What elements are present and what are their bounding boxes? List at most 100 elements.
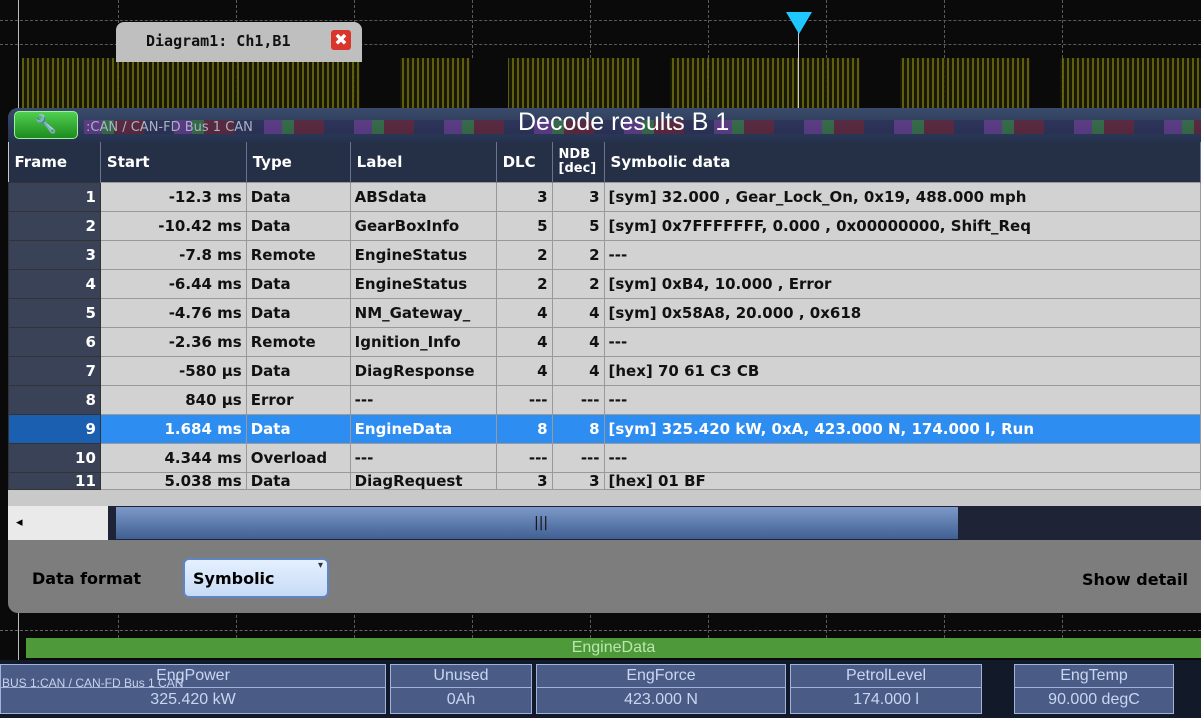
col-header-label[interactable]: Label xyxy=(350,142,497,183)
trigger-marker-icon[interactable] xyxy=(786,12,812,34)
cell-label: --- xyxy=(349,443,497,473)
cell-ndb: 8 xyxy=(551,414,605,444)
trigger-line xyxy=(798,30,799,110)
cell-start: 5.038 ms xyxy=(99,472,247,490)
table-row[interactable]: 3 -7.8 ms Remote EngineStatus 2 2 --- xyxy=(8,240,1201,270)
cell-dlc: 3 xyxy=(495,182,553,212)
cell-ndb: 3 xyxy=(551,182,605,212)
cell-ndb: 3 xyxy=(551,472,605,490)
cell-dlc: 2 xyxy=(495,269,553,299)
cell-frame: 10 xyxy=(8,443,101,473)
table-row[interactable]: 7 -580 µs Data DiagResponse 4 4 [hex] 70 61 C3… xyxy=(8,356,1201,386)
field-value: 423.000 N xyxy=(624,691,698,708)
cell-label: DiagResponse xyxy=(349,356,497,386)
diagram-tab[interactable]: Diagram1: Ch1,B1 ✖ xyxy=(116,22,362,62)
cell-start: -7.8 ms xyxy=(99,240,247,270)
show-details-label[interactable]: Show detail xyxy=(1082,570,1188,589)
col-header-ndb[interactable]: NDB [dec] xyxy=(552,142,605,183)
cell-dlc: 5 xyxy=(495,211,553,241)
cell-symbolic: [sym] 0x58A8, 20.000 , 0x618 xyxy=(603,298,1201,328)
cell-ndb: 5 xyxy=(551,211,605,241)
table-row[interactable]: 10 4.344 ms Overload --- --- --- --- xyxy=(8,443,1201,473)
cell-label: EngineStatus xyxy=(349,269,497,299)
signal-gap xyxy=(640,58,670,108)
cell-start: -12.3 ms xyxy=(99,182,247,212)
bus-caption: :CAN / CAN-FD Bus 1 CAN xyxy=(86,120,253,135)
table-row[interactable]: 8 840 µs Error --- --- --- --- xyxy=(8,385,1201,415)
field-name: Unused xyxy=(391,665,531,688)
cell-dlc: --- xyxy=(495,443,553,473)
cell-dlc: 4 xyxy=(495,327,553,357)
signal-gap xyxy=(1030,58,1060,108)
cell-type: Error xyxy=(245,385,351,415)
cell-symbolic: [sym] 32.000 , Gear_Lock_On, 0x19, 488.0… xyxy=(603,182,1201,212)
cell-type: Data xyxy=(245,472,351,490)
cell-label: NM_Gateway_ xyxy=(349,298,497,328)
table-row[interactable]: 4 -6.44 ms Data EngineStatus 2 2 [sym] 0xB4, 1… xyxy=(8,269,1201,299)
table-row[interactable]: 9 1.684 ms Data EngineData 8 8 [sym] 325.420 k… xyxy=(8,414,1201,444)
cell-type: Data xyxy=(245,356,351,386)
close-icon[interactable]: ✖ xyxy=(331,30,351,50)
table-row[interactable]: 2 -10.42 ms Data GearBoxInfo 5 5 [sym] 0x7FFFF… xyxy=(8,211,1201,241)
cell-start: -10.42 ms xyxy=(99,211,247,241)
cell-frame: 8 xyxy=(8,385,101,415)
cell-dlc: 2 xyxy=(495,240,553,270)
diagram-tab-label: Diagram1: Ch1,B1 xyxy=(146,32,291,50)
bus-signal-trace xyxy=(22,58,1201,108)
settings-button[interactable]: 🔧 xyxy=(14,111,78,139)
data-format-value: Symbolic xyxy=(193,569,275,588)
cell-ndb: --- xyxy=(551,385,605,415)
col-header-symbolic[interactable]: Symbolic data xyxy=(604,142,1201,183)
decode-results-table[interactable]: Frame Start Type Label DLC NDB [dec] Sym… xyxy=(8,142,1201,506)
cell-frame: 1 xyxy=(8,182,101,212)
cell-symbolic: [sym] 0xB4, 10.000 , Error xyxy=(603,269,1201,299)
cell-frame: 5 xyxy=(8,298,101,328)
cell-dlc: 3 xyxy=(495,472,553,490)
frame-bar: EngineData xyxy=(26,638,1201,658)
cell-frame: 11 xyxy=(8,472,101,490)
scroll-left-button[interactable]: ◂ xyxy=(8,506,108,540)
cell-label: EngineStatus xyxy=(349,240,497,270)
table-row[interactable]: 1 -12.3 ms Data ABSdata 3 3 [sym] 32.000 , Gea… xyxy=(8,182,1201,212)
cell-start: 4.344 ms xyxy=(99,443,247,473)
col-header-start[interactable]: Start xyxy=(100,142,247,183)
table-row[interactable]: 11 5.038 ms Data DiagRequest 3 3 [hex] 01 BF xyxy=(8,472,1201,490)
field-value: 325.420 kW xyxy=(150,691,236,708)
col-header-frame[interactable]: Frame xyxy=(8,142,101,183)
cell-label: DiagRequest xyxy=(349,472,497,490)
field-name: EngTemp xyxy=(1015,665,1173,688)
signal-gap xyxy=(860,58,900,108)
dialog-title: Decode results B 1 xyxy=(518,108,730,136)
cell-label: EngineData xyxy=(349,414,497,444)
cell-symbolic: [sym] 0x7FFFFFFF, 0.000 , 0x00000000, Sh… xyxy=(603,211,1201,241)
cell-dlc: 8 xyxy=(495,414,553,444)
cell-dlc: --- xyxy=(495,385,553,415)
grip-icon: ||| xyxy=(534,515,549,531)
cell-frame: 3 xyxy=(8,240,101,270)
cell-start: 840 µs xyxy=(99,385,247,415)
field-petrol-level: PetrolLevel 174.000 l xyxy=(790,664,982,714)
cell-frame: 9 xyxy=(8,414,101,444)
cell-start: -6.44 ms xyxy=(99,269,247,299)
scrollbar-thumb[interactable]: ||| xyxy=(116,507,958,539)
cell-start: -2.36 ms xyxy=(99,327,247,357)
col-header-dlc[interactable]: DLC xyxy=(496,142,553,183)
col-header-ndb-line2: [dec] xyxy=(558,161,597,176)
arrow-left-icon: ◂ xyxy=(16,515,23,530)
table-row[interactable]: 6 -2.36 ms Remote Ignition_Info 4 4 --- xyxy=(8,327,1201,357)
horizontal-scrollbar[interactable]: ◂ ||| xyxy=(8,506,1201,540)
table-row[interactable]: 5 -4.76 ms Data NM_Gateway_ 4 4 [sym] 0x58A8, … xyxy=(8,298,1201,328)
cell-frame: 2 xyxy=(8,211,101,241)
cell-symbolic: [hex] 70 61 C3 CB xyxy=(603,356,1201,386)
cell-start: -4.76 ms xyxy=(99,298,247,328)
cell-dlc: 4 xyxy=(495,356,553,386)
data-format-select[interactable]: Symbolic ▾ xyxy=(183,558,329,598)
cell-symbolic: [sym] 325.420 kW, 0xA, 423.000 N, 174.00… xyxy=(603,414,1201,444)
cell-frame: 6 xyxy=(8,327,101,357)
cell-label: Ignition_Info xyxy=(349,327,497,357)
cell-type: Remote xyxy=(245,240,351,270)
cell-type: Data xyxy=(245,298,351,328)
col-header-type[interactable]: Type xyxy=(246,142,351,183)
cell-type: Data xyxy=(245,211,351,241)
signal-gap xyxy=(470,58,508,108)
